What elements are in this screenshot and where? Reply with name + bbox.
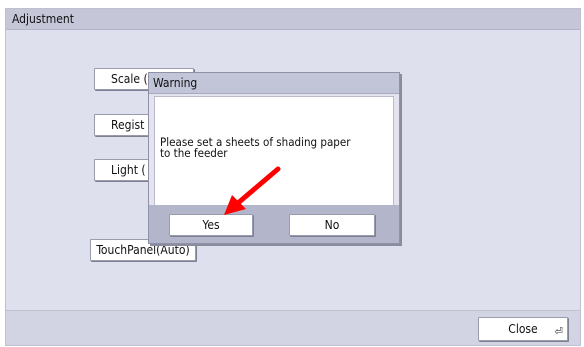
yes-button[interactable]: Yes: [169, 214, 253, 236]
enter-return-icon: ⏎: [554, 325, 563, 338]
dialog-title-bar: Warning: [149, 73, 399, 94]
red-annotation-arrow-icon: [224, 166, 281, 215]
dialog-message: Please set a sheets of shading paper to …: [160, 136, 380, 160]
dialog-title: Warning: [153, 76, 198, 90]
window-title: Adjustment: [12, 12, 74, 26]
bottom-bar: Close ⏎: [6, 310, 580, 345]
close-button[interactable]: Close ⏎: [478, 317, 568, 341]
title-bar: Adjustment: [6, 9, 580, 30]
warning-dialog: Warning Please set a sheets of shading p…: [148, 72, 400, 244]
no-button[interactable]: No: [289, 214, 375, 236]
dialog-message-line2: to the feeder: [160, 146, 228, 160]
close-label: Close: [508, 322, 538, 336]
